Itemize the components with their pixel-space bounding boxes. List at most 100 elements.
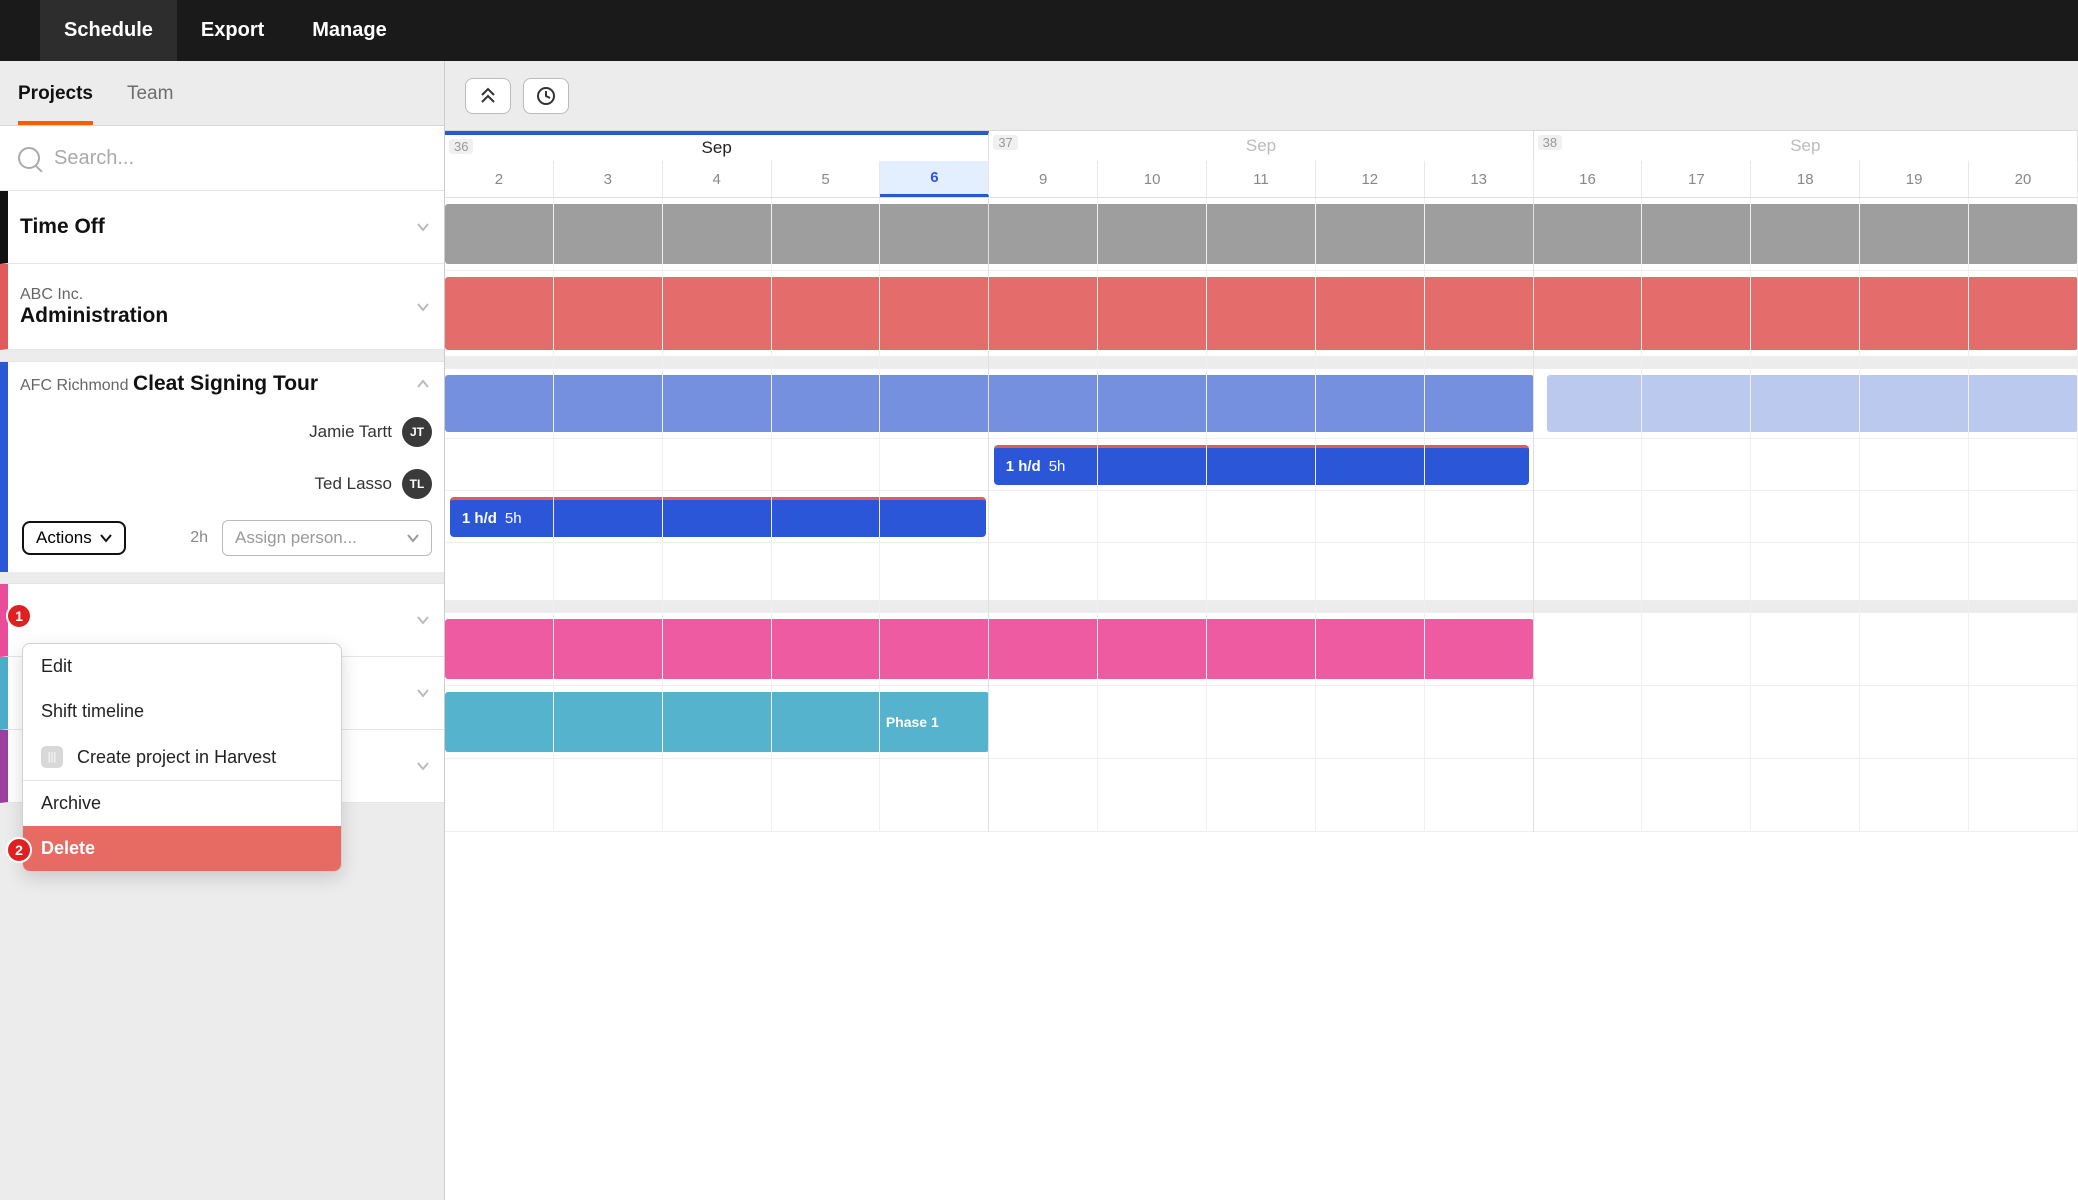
chevron-down-icon[interactable] — [416, 220, 430, 234]
timeline-gap — [445, 357, 2078, 369]
assignee-name: Jamie Tartt — [309, 422, 392, 442]
search-icon — [18, 147, 40, 169]
assign-placeholder: Assign person... — [235, 528, 357, 548]
tab-projects[interactable]: Projects — [18, 83, 93, 125]
day-cell[interactable]: 11 — [1207, 161, 1316, 197]
day-cell[interactable]: 20 — [1969, 161, 2078, 197]
day-cell[interactable]: 2 — [445, 161, 554, 197]
project-name: Administration — [20, 304, 168, 328]
menu-create-harvest[interactable]: ||| Create project in Harvest — [23, 734, 341, 780]
menu-label: Create project in Harvest — [77, 747, 276, 768]
nav-manage[interactable]: Manage — [288, 0, 410, 61]
project-row-cleat-signing: AFC Richmond Cleat Signing Tour Jamie Ta… — [0, 362, 444, 572]
timeline-bar[interactable] — [445, 619, 1534, 679]
week-number: 36 — [449, 139, 473, 154]
project-row-administration[interactable]: ABC Inc. Administration — [0, 264, 444, 350]
week-label: Sep — [702, 138, 732, 158]
timeline-bar[interactable] — [1547, 375, 2078, 432]
nav-export[interactable]: Export — [177, 0, 288, 61]
timeline-row-assignee-jt[interactable]: 1 h/d 5h — [445, 439, 2078, 491]
chevron-down-icon[interactable] — [416, 686, 430, 700]
week-cell[interactable]: 36 Sep — [445, 131, 989, 161]
row-gap — [0, 350, 444, 362]
timeline-row-assignee-tl[interactable]: 1 h/d 5h — [445, 491, 2078, 543]
day-cell[interactable]: 10 — [1098, 161, 1207, 197]
project-name: Time Off — [20, 215, 105, 239]
collapse-all-button[interactable] — [465, 78, 511, 114]
day-cell[interactable]: 4 — [663, 161, 772, 197]
timeline-row[interactable] — [445, 613, 2078, 686]
chevron-down-icon[interactable] — [416, 759, 430, 773]
day-cell[interactable]: 17 — [1642, 161, 1751, 197]
chevron-down-icon[interactable] — [416, 300, 430, 314]
actions-label: Actions — [36, 528, 92, 548]
week-cell[interactable]: 37 Sep — [989, 131, 1533, 161]
chevron-down-icon[interactable] — [416, 613, 430, 627]
menu-archive[interactable]: Archive — [23, 781, 341, 826]
week-label: Sep — [1790, 136, 1820, 156]
day-cell[interactable]: 13 — [1425, 161, 1534, 197]
day-cell[interactable]: 19 — [1860, 161, 1969, 197]
day-cell[interactable]: 6 — [880, 161, 989, 197]
day-cell[interactable]: 9 — [989, 161, 1098, 197]
timeline-header: 36 Sep 37 Sep 38 Sep 2345691011121316171… — [445, 131, 2078, 198]
nav-schedule[interactable]: Schedule — [40, 0, 177, 61]
harvest-icon: ||| — [41, 746, 63, 768]
day-row: 234569101112131617181920 — [445, 161, 2078, 197]
rate-label: 1 h/d — [1006, 458, 1041, 475]
project-row-time-off[interactable]: Time Off — [0, 191, 444, 264]
chevron-down-icon — [100, 532, 112, 544]
annotation-1: 1 — [6, 603, 32, 629]
timeline-row-time-off[interactable] — [445, 198, 2078, 271]
annotation-2: 2 — [6, 837, 32, 863]
hours-label: 2h — [190, 529, 208, 547]
phase-label: Phase 1 — [886, 714, 939, 730]
project-name: Cleat Signing Tour — [133, 372, 318, 395]
menu-delete[interactable]: Delete — [23, 826, 341, 871]
timeline-row-project[interactable] — [445, 369, 2078, 439]
timeline-row[interactable]: Phase 1 — [445, 686, 2078, 759]
actions-row: Actions 2h Assign person... — [8, 510, 444, 572]
assignee-row[interactable]: Jamie Tartt JT — [8, 406, 444, 458]
actions-menu: Edit Shift timeline ||| Create project i… — [22, 643, 342, 872]
total-label: 5h — [505, 510, 522, 527]
week-cell[interactable]: 38 Sep — [1534, 131, 2078, 161]
timeline-row-administration[interactable] — [445, 271, 2078, 357]
timeline-bar[interactable] — [445, 204, 2078, 264]
assignee-name: Ted Lasso — [315, 474, 393, 494]
tab-team[interactable]: Team — [127, 83, 173, 125]
assign-person-dropdown[interactable]: Assign person... — [222, 520, 432, 556]
timeline-bar[interactable]: Phase 1 — [445, 692, 989, 752]
search-input[interactable] — [54, 147, 426, 170]
timeline-bar[interactable] — [445, 375, 1534, 432]
day-cell[interactable]: 5 — [772, 161, 881, 197]
week-label: Sep — [1246, 136, 1276, 156]
timeline-body: 1 h/d 5h 1 h/d 5h — [445, 198, 2078, 832]
search-row — [0, 126, 444, 191]
menu-shift-timeline[interactable]: Shift timeline — [23, 689, 341, 734]
timeline-section-cleat: 1 h/d 5h 1 h/d 5h — [445, 369, 2078, 601]
chevron-up-icon[interactable] — [416, 377, 430, 391]
week-number: 37 — [993, 135, 1017, 150]
week-row: 36 Sep 37 Sep 38 Sep — [445, 131, 2078, 161]
week-number: 38 — [1538, 135, 1562, 150]
assignment-bar[interactable]: 1 h/d 5h — [450, 497, 986, 537]
assignee-row[interactable]: Ted Lasso TL — [8, 458, 444, 510]
day-cell[interactable]: 3 — [554, 161, 663, 197]
timeline-bar[interactable] — [445, 277, 2078, 350]
actions-button[interactable]: Actions — [22, 521, 126, 555]
day-cell[interactable]: 16 — [1534, 161, 1643, 197]
total-label: 5h — [1049, 458, 1066, 475]
clock-icon — [536, 86, 556, 106]
assignment-bar[interactable]: 1 h/d 5h — [994, 445, 1530, 485]
day-cell[interactable]: 12 — [1316, 161, 1425, 197]
avatar: JT — [402, 417, 432, 447]
project-row-header[interactable]: AFC Richmond Cleat Signing Tour — [8, 362, 444, 406]
menu-edit[interactable]: Edit — [23, 644, 341, 689]
day-cell[interactable]: 18 — [1751, 161, 1860, 197]
time-button[interactable] — [523, 78, 569, 114]
timeline-gap — [445, 601, 2078, 613]
client-name: AFC Richmond — [20, 377, 128, 394]
timeline-row[interactable] — [445, 759, 2078, 832]
avatar: TL — [402, 469, 432, 499]
